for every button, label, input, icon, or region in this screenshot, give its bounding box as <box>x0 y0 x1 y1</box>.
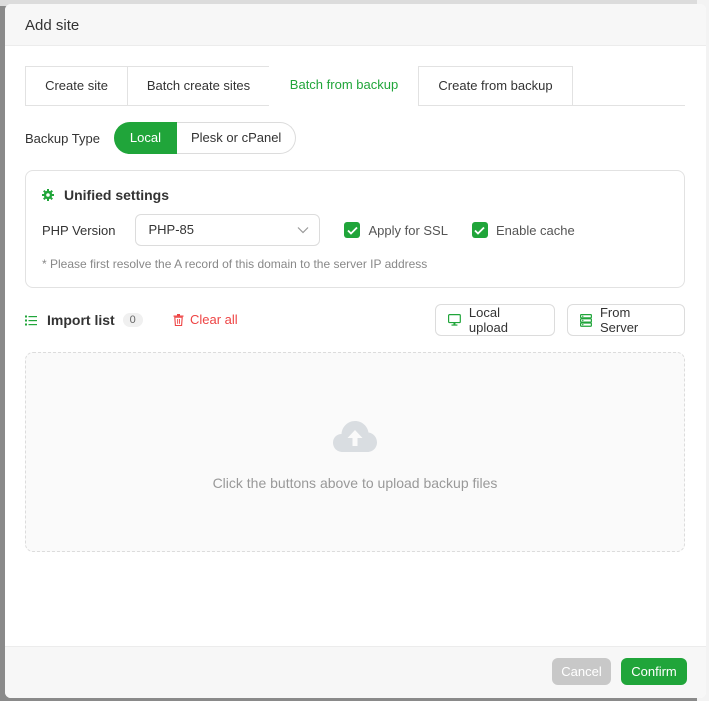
from-server-label: From Server <box>599 305 639 335</box>
php-version-row: PHP Version PHP-85 Apply for SSL Enable … <box>42 214 575 246</box>
modal-footer: Cancel Confirm <box>5 646 706 698</box>
apply-ssl-checkbox[interactable]: Apply for SSL <box>344 222 448 238</box>
dns-note: * Please first resolve the A record of t… <box>42 257 428 271</box>
checkmark-icon <box>344 222 361 238</box>
import-list-header: Import list 0 Clear all Local upload Fro… <box>25 304 685 336</box>
trash-icon <box>173 313 184 326</box>
tab-batch-create-sites[interactable]: Batch create sites <box>127 66 270 106</box>
backup-type-local-button[interactable]: Local <box>113 122 177 154</box>
unified-settings-panel: Unified settings PHP Version PHP-85 Appl… <box>25 170 685 288</box>
add-site-modal: Add site Create site Batch create sites … <box>5 4 706 698</box>
backup-type-toggle: Local Plesk or cPanel <box>113 122 297 154</box>
unified-settings-title: Unified settings <box>42 187 169 203</box>
local-upload-button[interactable]: Local upload <box>435 304 555 336</box>
tab-batch-from-backup[interactable]: Batch from backup <box>269 66 419 106</box>
server-icon <box>580 313 592 327</box>
gear-icon <box>42 189 54 201</box>
backup-type-row: Backup Type Local Plesk or cPanel <box>25 122 297 154</box>
enable-cache-label: Enable cache <box>495 222 575 238</box>
backup-type-plesk-button[interactable]: Plesk or cPanel <box>177 122 297 154</box>
checkmark-icon <box>471 222 488 238</box>
cancel-button[interactable]: Cancel <box>552 658 611 685</box>
chevron-down-icon <box>298 227 309 234</box>
php-version-label: PHP Version <box>42 222 116 238</box>
backup-type-label: Backup Type <box>25 130 100 146</box>
list-icon <box>25 315 37 325</box>
confirm-button[interactable]: Confirm <box>621 658 687 685</box>
cloud-upload-icon <box>333 421 377 452</box>
import-list-label: Import list <box>47 312 115 328</box>
local-upload-label: Local upload <box>468 305 508 335</box>
clear-all-label: Clear all <box>190 312 238 327</box>
enable-cache-checkbox[interactable]: Enable cache <box>471 222 575 238</box>
from-server-button[interactable]: From Server <box>567 304 685 336</box>
upload-dropzone[interactable]: Click the buttons above to upload backup… <box>25 352 685 552</box>
modal-header: Add site <box>5 4 706 46</box>
php-version-select[interactable]: PHP-85 <box>135 214 321 246</box>
import-count-badge: 0 <box>122 313 143 327</box>
php-version-value: PHP-85 <box>148 222 194 237</box>
dropzone-text: Click the buttons above to upload backup… <box>212 475 498 491</box>
import-list-title: Import list 0 <box>25 312 143 328</box>
apply-ssl-label: Apply for SSL <box>368 222 448 238</box>
tab-create-from-backup[interactable]: Create from backup <box>418 66 573 106</box>
tab-bar: Create site Batch create sites Batch fro… <box>25 66 685 106</box>
tab-create-site[interactable]: Create site <box>25 66 128 106</box>
modal-title: Add site <box>25 17 80 34</box>
clear-all-button[interactable]: Clear all <box>173 312 238 327</box>
monitor-icon <box>448 314 461 326</box>
unified-settings-label: Unified settings <box>64 187 170 203</box>
